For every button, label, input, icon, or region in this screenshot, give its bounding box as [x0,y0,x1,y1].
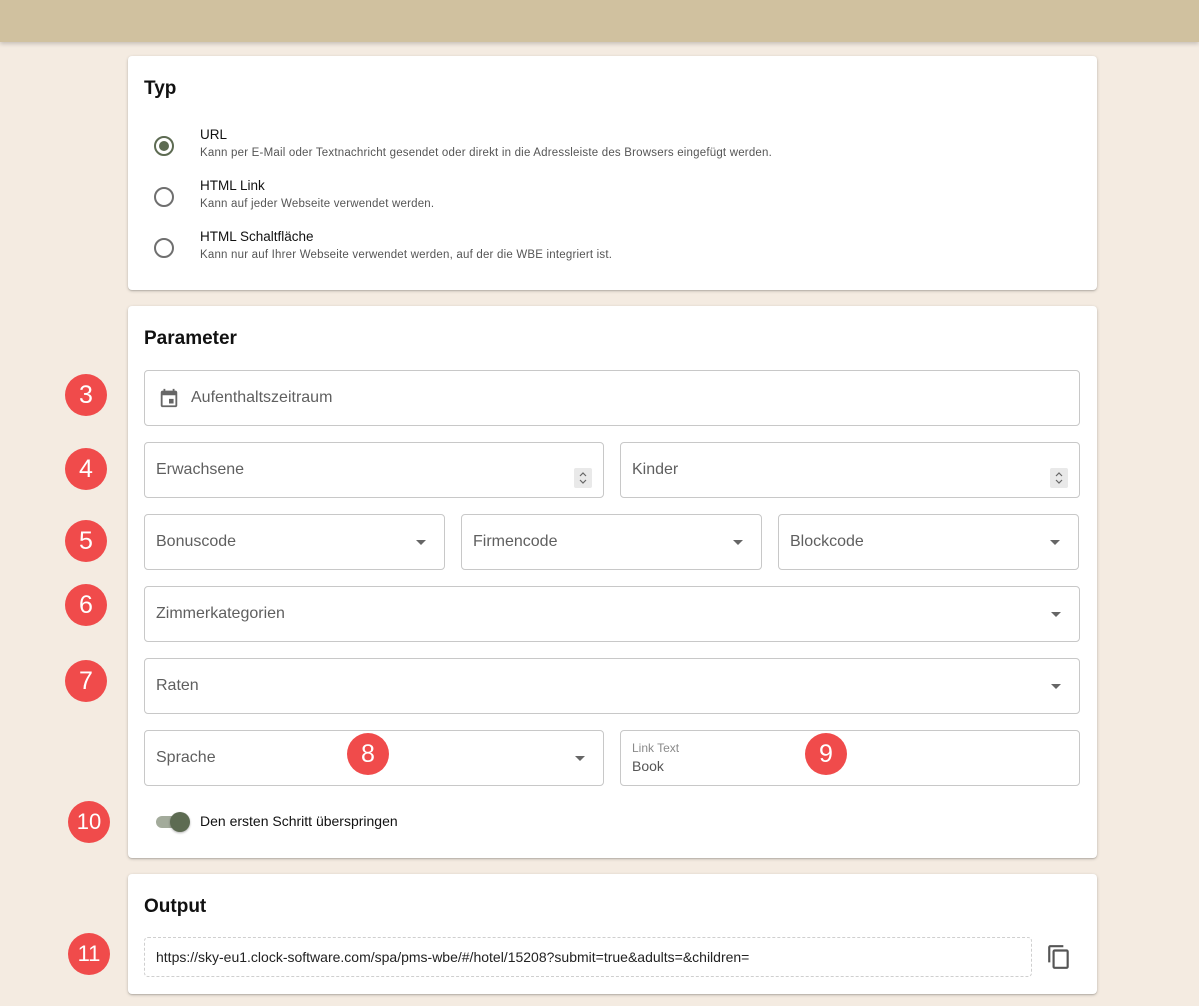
radio-url-description: Kann per E-Mail oder Textnachricht gesen… [200,147,773,159]
block-code-select[interactable]: Blockcode [778,514,1079,570]
annotation-badge-10: 10 [68,801,110,843]
radio-option-html-button[interactable]: HTML Schaltfläche Kann nur auf Ihrer Web… [144,228,1044,272]
radio-html-link-description: Kann auf jeder Webseite verwendet werden… [200,198,435,210]
output-title: Output [144,896,207,917]
children-label: Kinder [632,461,679,478]
children-stepper[interactable] [1050,468,1068,488]
room-categories-label: Zimmerkategorien [156,605,285,622]
stay-period-label: Aufenthaltszeitraum [191,389,333,406]
rates-select[interactable]: Raten [144,658,1080,714]
room-categories-select[interactable]: Zimmerkategorien [144,586,1080,642]
toggle-thumb [170,812,190,832]
chevron-down-icon [575,756,585,761]
block-code-label: Blockcode [790,533,864,550]
adults-field[interactable]: Erwachsene [144,442,604,498]
radio-html-button[interactable] [154,238,174,258]
annotation-badge-5: 5 [65,520,107,562]
skip-first-step-label: Den ersten Schritt überspringen [200,813,398,829]
parameter-title: Parameter [144,328,237,349]
output-url[interactable]: https://sky-eu1.clock-software.com/spa/p… [156,949,749,965]
chevron-down-icon [416,540,426,545]
annotation-badge-6: 6 [65,584,107,626]
adults-stepper[interactable] [574,468,592,488]
radio-html-link[interactable] [154,187,174,207]
company-code-select[interactable]: Firmencode [461,514,762,570]
chevron-down-icon [733,540,743,545]
annotation-badge-8: 8 [347,733,389,775]
annotation-badge-3: 3 [65,374,107,416]
chevron-down-icon [1051,684,1061,689]
type-card: Typ URL Kann per E-Mail oder Textnachric… [128,56,1097,290]
radio-url[interactable] [154,136,174,156]
radio-url-label: URL [200,127,228,142]
adults-label: Erwachsene [156,461,245,478]
chevron-down-icon [1051,612,1061,617]
copy-icon[interactable] [1046,944,1072,970]
skip-first-step-toggle[interactable] [154,810,190,832]
rates-label: Raten [156,677,199,694]
annotation-badge-4: 4 [65,448,107,490]
bonus-code-select[interactable]: Bonuscode [144,514,445,570]
link-text-field[interactable]: Link Text Book [620,730,1080,786]
annotation-badge-7: 7 [65,660,107,702]
language-label: Sprache [156,749,216,766]
annotation-badge-11: 11 [68,933,110,975]
type-title: Typ [144,78,177,99]
company-code-label: Firmencode [473,533,558,550]
output-card: Output https://sky-eu1.clock-software.co… [128,874,1097,994]
bonus-code-label: Bonuscode [156,533,237,550]
radio-html-link-label: HTML Link [200,178,265,193]
top-bar [0,0,1199,42]
radio-option-html-link[interactable]: HTML Link Kann auf jeder Webseite verwen… [144,177,1044,221]
link-text-value[interactable]: Book [632,758,664,774]
chevron-down-icon [1050,540,1060,545]
parameter-card: Parameter Aufenthaltszeitraum Erwachsene… [128,306,1097,858]
stay-period-field[interactable]: Aufenthaltszeitraum [144,370,1080,426]
radio-html-button-description: Kann nur auf Ihrer Webseite verwendet we… [200,249,613,261]
link-text-label: Link Text [632,741,680,755]
radio-option-url[interactable]: URL Kann per E-Mail oder Textnachricht g… [144,126,1044,170]
calendar-icon [160,388,178,408]
annotation-badge-9: 9 [805,733,847,775]
output-url-box[interactable]: https://sky-eu1.clock-software.com/spa/p… [144,937,1032,977]
radio-html-button-label: HTML Schaltfläche [200,229,314,244]
children-field[interactable]: Kinder [620,442,1080,498]
